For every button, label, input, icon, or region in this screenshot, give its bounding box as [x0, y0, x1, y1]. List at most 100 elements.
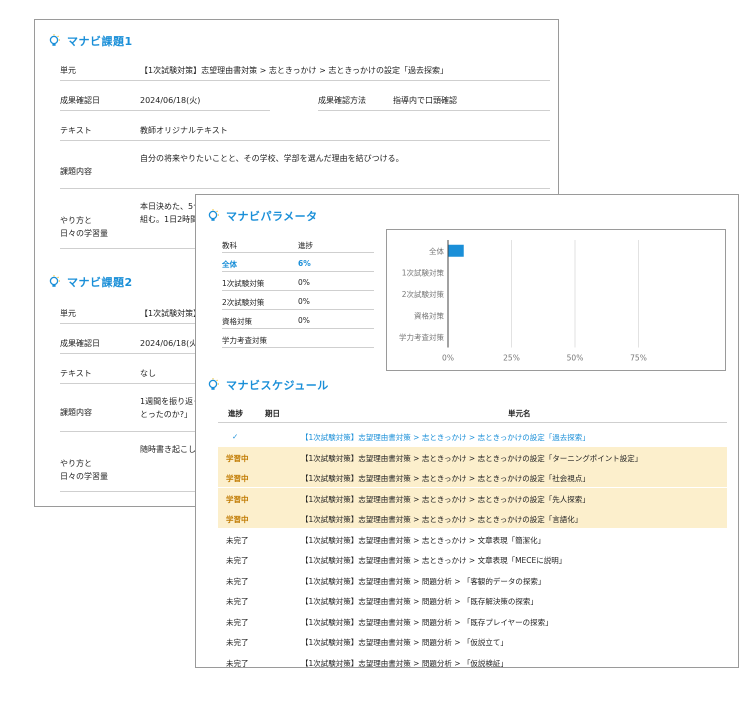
schedule-row[interactable]: 未完了 【1次試験対策】志望理由書対策 > 問題分析 > 「客観的データの探索」 — [218, 570, 727, 590]
chart-category-label: 1次試験対策 — [402, 267, 445, 277]
chart-category-label: 資格対策 — [414, 310, 444, 320]
params-row: 資格対策 0% — [222, 311, 374, 329]
schedule-row[interactable]: 未完了 【1次試験対策】志望理由書対策 > 問題分析 > 「仮説検証」 — [218, 652, 727, 668]
row-value: 教師オリジナルテキスト — [140, 126, 228, 135]
subject-progress: 6% — [298, 259, 311, 268]
schedule-unit-name: 【1次試験対策】志望理由書対策 > 問題分析 > 「既存プレイヤーの探索」 — [301, 617, 553, 627]
schedule-row[interactable]: ✓ 【1次試験対策】志望理由書対策 > 志ときっかけ > 志ときっかけの設定「過去… — [218, 426, 727, 446]
schedule-unit-name: 【1次試験対策】志望理由書対策 > 問題分析 > 「既存解決策の探索」 — [301, 597, 538, 606]
row-label: 成果確認日 — [60, 339, 100, 348]
progress-chart-svg: 0% 25% 50% 75% 全体 1次試験対策 2次試験対策資格対策学力考査対策 — [399, 240, 647, 363]
task1-row-date: 成果確認日 2024/06/18(火) — [60, 89, 270, 111]
chart-tick-label: 75% — [630, 354, 647, 363]
chart-category-label: 2次試験対策 — [402, 289, 445, 299]
schedule-unit-name: 【1次試験対策】志望理由書対策 > 志ときっかけ > 志ときっかけの設定「ターニ… — [301, 453, 643, 463]
schedule-status: 学習中 — [226, 453, 249, 463]
schedule-status: 未完了 — [226, 576, 249, 586]
subject-progress: 0% — [298, 297, 310, 306]
params-schedule-card: マナビパラメータ 教科 進捗 全体 6% 1次試験対策 0% 2次試験対策 0%… — [195, 194, 739, 668]
params-table-header: 教科 進捗 — [222, 235, 374, 253]
schedule-status: 未完了 — [226, 617, 249, 627]
params-heading: マナビパラメータ — [206, 208, 318, 224]
chart-tick-label: 0% — [442, 354, 454, 363]
schedule-status: ✓ — [232, 432, 239, 441]
schedule-status: 未完了 — [226, 597, 249, 606]
task1-row-unit: 単元 【1次試験対策】志望理由書対策 > 志ときっかけ > 志ときっかけの設定「… — [60, 60, 550, 81]
subject-name: 学力考査対策 — [222, 336, 267, 345]
task2-heading: マナビ課題2 — [47, 274, 133, 290]
task1-row-method: 成果確認方法 指導内で口頭確認 — [318, 89, 550, 111]
schedule-row[interactable]: 未完了 【1次試験対策】志望理由書対策 > 問題分析 > 「仮説立て」 — [218, 631, 727, 651]
chart-tick-label: 50% — [567, 354, 584, 363]
task1-heading: マナビ課題1 — [47, 33, 133, 49]
params-row: 2次試験対策 0% — [222, 292, 374, 310]
row-label: 単元 — [60, 309, 76, 318]
row-value: 2024/06/18(火) — [140, 96, 201, 105]
schedule-unit-name: 【1次試験対策】志望理由書対策 > 志ときっかけ > 文章表現「MECEに説明」 — [301, 556, 567, 565]
schedule-row[interactable]: 学習中 【1次試験対策】志望理由書対策 > 志ときっかけ > 志ときっかけの設定「… — [218, 508, 727, 528]
task1-row-content: 課題内容 自分の将来やりたいことと、その学校、学部を選んだ理由を結びつける。 — [60, 149, 550, 189]
schedule-unit-name: 【1次試験対策】志望理由書対策 > 志ときっかけ > 志ときっかけの設定「社会視… — [301, 474, 590, 483]
params-row: 1次試験対策 0% — [222, 273, 374, 291]
schedule-row[interactable]: 学習中 【1次試験対策】志望理由書対策 > 志ときっかけ > 志ときっかけの設定「… — [218, 467, 727, 487]
header-unit: 単元名 — [508, 409, 531, 418]
row-label: やり方と 日々の学習量 — [60, 459, 108, 481]
lightbulb-icon — [49, 34, 60, 46]
task1-title: マナビ課題1 — [67, 35, 133, 48]
row-label: やり方と 日々の学習量 — [60, 216, 108, 238]
schedule-row[interactable]: 学習中 【1次試験対策】志望理由書対策 > 志ときっかけ > 志ときっかけの設定「… — [218, 446, 727, 467]
params-row: 全体 6% — [222, 254, 374, 272]
chart-category-label: 全体 — [429, 246, 444, 256]
subject-progress: 0% — [298, 316, 310, 325]
schedule-header: 進捗 期日 単元名 — [218, 404, 727, 423]
subject-name: 資格対策 — [222, 317, 252, 326]
schedule-status: 学習中 — [226, 494, 249, 504]
lightbulb-icon — [49, 275, 60, 287]
task1-row-text: テキスト 教師オリジナルテキスト — [60, 119, 550, 141]
schedule-unit-name[interactable]: 【1次試験対策】志望理由書対策 > 志ときっかけ > 志ときっかけの設定「過去探… — [301, 432, 590, 443]
row-value: 【1次試験対策】志望理由書対策 > 志ときっかけ > 志ときっかけの設定「過去探… — [140, 66, 449, 75]
subject-progress: 0% — [298, 278, 310, 287]
row-value: 指導内で口頭確認 — [393, 96, 457, 105]
subject-name: 1次試験対策 — [222, 279, 265, 288]
row-label: 課題内容 — [60, 167, 92, 176]
params-title: マナビパラメータ — [226, 210, 318, 223]
header-subject: 教科 — [222, 241, 237, 250]
header-date: 期日 — [265, 409, 280, 418]
schedule-unit-name: 【1次試験対策】志望理由書対策 > 志ときっかけ > 志ときっかけの設定「先人探… — [301, 494, 590, 504]
chart-bar — [448, 244, 464, 257]
lightbulb-icon — [208, 209, 219, 221]
schedule-row[interactable]: 未完了 【1次試験対策】志望理由書対策 > 問題分析 > 「既存プレイヤーの探索」 — [218, 611, 727, 631]
header-status: 進捗 — [228, 409, 243, 418]
row-label: テキスト — [60, 126, 92, 135]
schedule-row[interactable]: 未完了 【1次試験対策】志望理由書対策 > 志ときっかけ > 文章表現「MECEに… — [218, 549, 727, 569]
row-label: 課題内容 — [60, 408, 92, 417]
schedule-status: 未完了 — [226, 658, 249, 668]
subject-name: 2次試験対策 — [222, 298, 265, 307]
schedule-unit-name: 【1次試験対策】志望理由書対策 > 問題分析 > 「仮説検証」 — [301, 658, 508, 668]
progress-chart: 0% 25% 50% 75% 全体 1次試験対策 2次試験対策資格対策学力考査対策 — [386, 229, 726, 371]
row-label: 単元 — [60, 66, 76, 75]
subject-name: 全体 — [222, 260, 237, 269]
chart-category-label: 学力考査対策 — [399, 332, 444, 342]
schedule-status: 学習中 — [226, 515, 249, 524]
schedule-row[interactable]: 学習中 【1次試験対策】志望理由書対策 > 志ときっかけ > 志ときっかけの設定「… — [218, 487, 727, 508]
schedule-unit-name: 【1次試験対策】志望理由書対策 > 志ときっかけ > 志ときっかけの設定「言語化… — [301, 515, 583, 524]
row-label: 成果確認日 — [60, 96, 100, 105]
params-table: 教科 進捗 全体 6% 1次試験対策 0% 2次試験対策 0% 資格対策 0% … — [222, 235, 374, 355]
header-progress: 進捗 — [298, 241, 313, 250]
schedule-unit-name: 【1次試験対策】志望理由書対策 > 問題分析 > 「仮説立て」 — [301, 638, 508, 647]
task2-title: マナビ課題2 — [67, 276, 133, 289]
schedule-status: 未完了 — [226, 638, 249, 647]
row-label: テキスト — [60, 369, 92, 378]
lightbulb-icon — [208, 378, 219, 390]
schedule-row[interactable]: 未完了 【1次試験対策】志望理由書対策 > 志ときっかけ > 文章表現「簡潔化」 — [218, 529, 727, 549]
schedule-heading: マナビスケジュール — [206, 377, 329, 393]
row-value: 自分の将来やりたいことと、その学校、学部を選んだ理由を結びつける。 — [140, 154, 404, 163]
schedule-row[interactable]: 未完了 【1次試験対策】志望理由書対策 > 問題分析 > 「既存解決策の探索」 — [218, 590, 727, 610]
params-row: 学力考査対策 — [222, 330, 374, 348]
chart-tick-label: 25% — [503, 354, 520, 363]
schedule-title: マナビスケジュール — [226, 379, 329, 392]
schedule-status: 学習中 — [226, 474, 249, 483]
schedule-status: 未完了 — [226, 556, 249, 565]
